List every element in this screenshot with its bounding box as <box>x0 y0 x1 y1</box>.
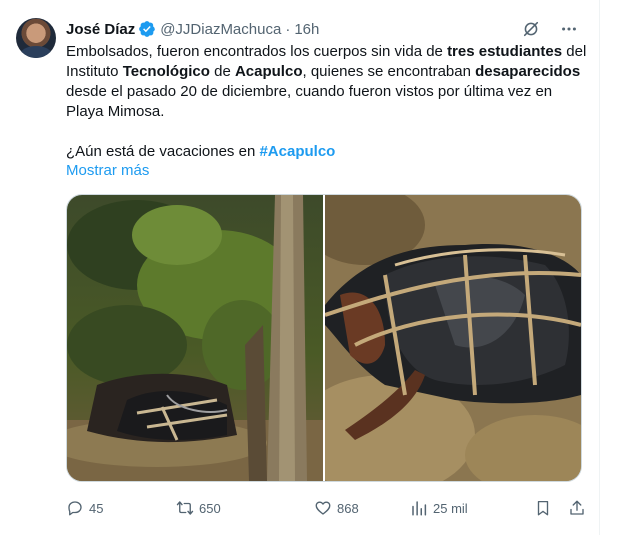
tweet-text: Embolsados, fueron encontrados los cuerp… <box>66 42 590 162</box>
avatar[interactable] <box>16 18 56 58</box>
tweet[interactable]: José Díaz @JJDiazMachuca · 16h Embolsado… <box>0 0 600 535</box>
retweet-icon <box>176 501 194 515</box>
share-button[interactable] <box>568 499 586 517</box>
tweet-text-bold: Tecnológico <box>122 63 210 80</box>
views-button[interactable]: 25 mil <box>410 499 510 517</box>
show-more-link[interactable]: Mostrar más <box>66 161 149 181</box>
author-name[interactable]: José Díaz <box>66 21 135 38</box>
more-icon[interactable] <box>559 19 579 39</box>
tweet-text-bold: tres estudiantes <box>447 43 563 60</box>
tweet-text-run: de <box>209 63 235 80</box>
share-icon <box>570 500 584 515</box>
like-icon <box>315 501 331 515</box>
bookmark-button[interactable] <box>534 499 552 517</box>
hashtag-link[interactable]: #Acapulco <box>259 143 335 160</box>
views-icon <box>412 501 427 516</box>
views-count: 25 mil <box>433 500 468 516</box>
tweet-media[interactable] <box>66 194 582 482</box>
photo-right[interactable] <box>325 195 581 481</box>
tweet-text-bold: Acapulco <box>234 63 303 80</box>
like-count: 868 <box>337 500 359 516</box>
tweet-header: José Díaz @JJDiazMachuca · 16h <box>66 18 579 40</box>
reply-icon <box>68 501 82 516</box>
tweet-actions: 45 650 868 25 mil <box>66 496 586 520</box>
tweet-text-run: , quienes se encontraban <box>302 63 476 80</box>
author-handle[interactable]: @JJDiazMachuca <box>160 21 281 38</box>
retweet-button[interactable]: 650 <box>176 499 314 517</box>
reply-count: 45 <box>89 500 104 516</box>
like-button[interactable]: 868 <box>314 499 410 517</box>
bookmark-icon <box>537 500 549 516</box>
header-actions <box>521 19 579 39</box>
actions-right <box>534 499 586 517</box>
tweet-text-bold: desaparecidos <box>475 63 581 80</box>
verified-badge-icon[interactable] <box>138 20 156 38</box>
photo-left[interactable] <box>67 195 323 481</box>
grok-icon[interactable] <box>521 19 541 39</box>
reply-button[interactable]: 45 <box>66 499 176 517</box>
avatar-shirt <box>20 46 52 58</box>
tweet-text-run: Embolsados, fueron encontrados los cuerp… <box>66 43 448 60</box>
retweet-count: 650 <box>199 500 221 516</box>
tweet-time[interactable]: 16h <box>294 21 319 38</box>
separator-dot: · <box>285 20 291 38</box>
